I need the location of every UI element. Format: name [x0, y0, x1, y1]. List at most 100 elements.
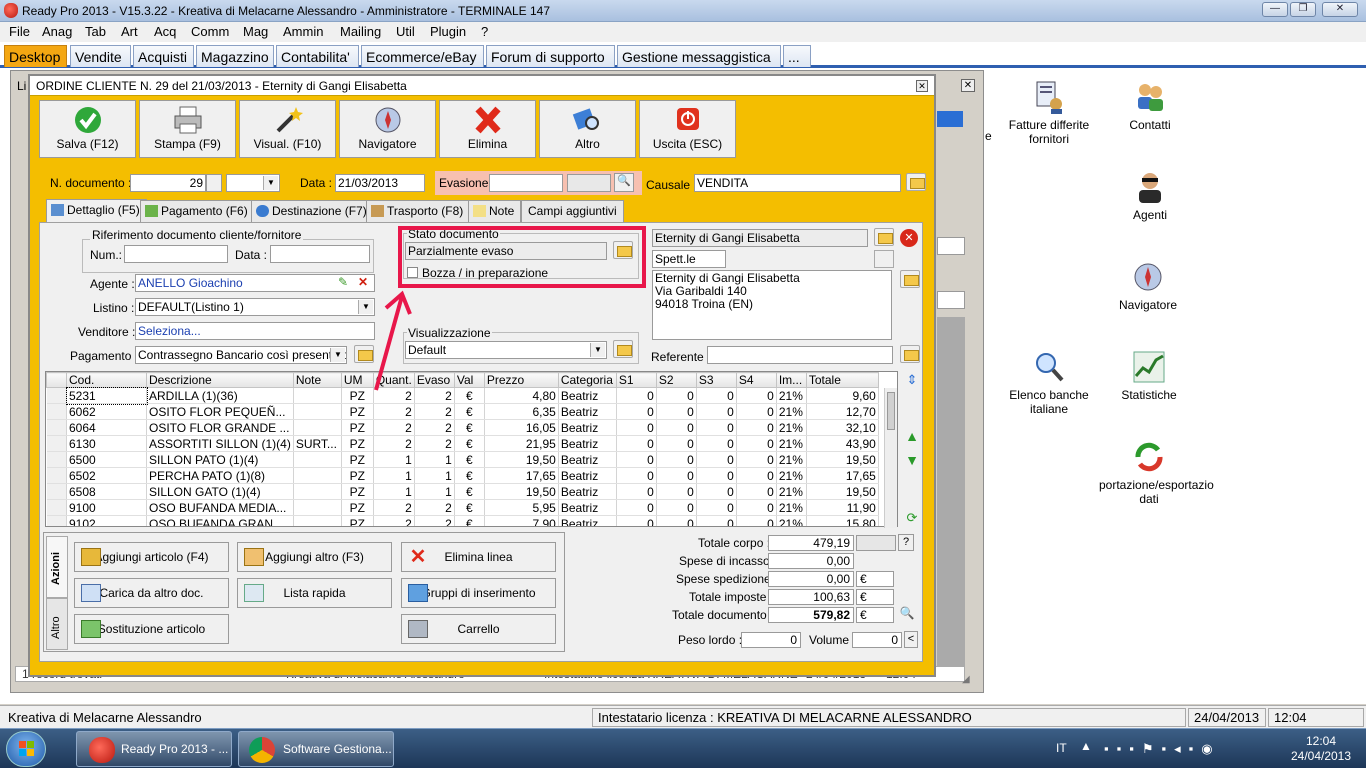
system-tray-icons[interactable]: ▪▪▪⚑▪◂▪◉: [1104, 741, 1264, 757]
table-cell[interactable]: Beatriz: [558, 467, 617, 484]
table-cell[interactable]: 0: [656, 451, 697, 468]
grid-header-cell[interactable]: S2: [655, 372, 697, 388]
table-cell[interactable]: 7,90: [484, 515, 559, 526]
table-cell[interactable]: [293, 483, 342, 500]
tab-campi-aggiuntivi[interactable]: Campi aggiuntivi: [521, 200, 624, 222]
table-cell[interactable]: ARDILLA (1)(36): [146, 387, 294, 404]
table-cell[interactable]: Beatriz: [558, 403, 617, 420]
grid-header-cell[interactable]: Categoria: [557, 372, 617, 388]
table-cell[interactable]: 21%: [776, 515, 807, 526]
tab-desktop[interactable]: Desktop: [4, 45, 67, 67]
close-icon[interactable]: ✕: [1322, 2, 1358, 17]
table-cell[interactable]: PZ: [341, 403, 374, 420]
insert-groups-button[interactable]: Gruppi di inserimento: [401, 578, 556, 608]
save-button[interactable]: Salva (F12): [39, 100, 136, 158]
table-cell[interactable]: 0: [736, 419, 777, 436]
table-cell[interactable]: €: [454, 483, 485, 500]
tab-magazzino[interactable]: Magazzino: [196, 45, 274, 67]
table-cell[interactable]: 2: [373, 499, 415, 516]
tab-ecommerce[interactable]: Ecommerce/eBay: [361, 45, 484, 67]
table-cell[interactable]: 9,60: [806, 387, 879, 404]
row-selector[interactable]: [46, 467, 67, 484]
table-cell[interactable]: 0: [616, 483, 657, 500]
table-cell[interactable]: 19,50: [806, 483, 879, 500]
evasione-input[interactable]: [489, 174, 563, 192]
resize-grip[interactable]: ◢: [962, 674, 974, 686]
table-cell[interactable]: 6,35: [484, 403, 559, 420]
collapse-arrow-icon[interactable]: <: [904, 631, 918, 648]
row-selector[interactable]: [46, 419, 67, 436]
background-combo-1[interactable]: [937, 237, 965, 255]
tab-note[interactable]: Note: [468, 200, 522, 222]
table-cell[interactable]: 9102: [66, 515, 147, 526]
table-cell[interactable]: 0: [616, 451, 657, 468]
table-cell[interactable]: PZ: [341, 499, 374, 516]
grid-header-cell[interactable]: Im...: [775, 372, 807, 388]
table-cell[interactable]: Beatriz: [558, 515, 617, 526]
language-indicator[interactable]: IT: [1056, 741, 1067, 755]
cliente-folder-icon[interactable]: [874, 228, 894, 246]
table-cell[interactable]: 5231: [65, 386, 148, 405]
table-cell[interactable]: OSO BUFANDA MEDIA...: [146, 499, 294, 516]
delete-button[interactable]: Elimina: [439, 100, 536, 158]
table-cell[interactable]: 0: [736, 435, 777, 452]
table-cell[interactable]: Beatriz: [558, 483, 617, 500]
desktop-icon-contatti[interactable]: Contatti: [1100, 80, 1200, 132]
move-up-icon[interactable]: ▲: [904, 428, 920, 444]
table-cell[interactable]: 0: [656, 387, 697, 404]
desktop-icon-navigatore[interactable]: Navigatore: [1098, 260, 1198, 312]
table-cell[interactable]: PZ: [341, 419, 374, 436]
table-cell[interactable]: €: [454, 419, 485, 436]
tab-forum[interactable]: Forum di supporto: [486, 45, 615, 67]
table-cell[interactable]: 0: [656, 483, 697, 500]
edit-pencil-icon[interactable]: ✎: [338, 275, 348, 289]
table-cell[interactable]: 6130: [66, 435, 147, 452]
table-cell[interactable]: 2: [373, 419, 415, 436]
minimize-icon[interactable]: —: [1262, 2, 1288, 17]
tab-trasporto[interactable]: Trasporto (F8): [366, 200, 471, 222]
menu-util[interactable]: Util: [396, 24, 415, 39]
row-selector[interactable]: [46, 451, 67, 468]
table-cell[interactable]: 2: [414, 499, 455, 516]
table-cell[interactable]: 0: [736, 467, 777, 484]
table-cell[interactable]: Beatriz: [558, 419, 617, 436]
grid-header-cell[interactable]: Prezzo: [483, 372, 559, 388]
table-cell[interactable]: 32,10: [806, 419, 879, 436]
taskbar-item-chrome[interactable]: Software Gestiona...: [238, 731, 394, 767]
table-cell[interactable]: 9100: [66, 499, 147, 516]
table-cell[interactable]: 0: [696, 499, 737, 516]
address-folder-icon[interactable]: [900, 270, 920, 288]
visualizzazione-select[interactable]: Default: [405, 341, 607, 359]
table-cell[interactable]: 21,95: [484, 435, 559, 452]
table-row[interactable]: 6064 OSITO FLOR GRANDE ... PZ 2 2 €16,05 Beatr…: [46, 419, 879, 436]
table-row[interactable]: 5231 ARDILLA (1)(36) PZ 2 2 €4,80 Beatriz 0 0 0 0 2…: [46, 386, 879, 405]
view-button[interactable]: Visual. (F10): [239, 100, 336, 158]
referente-input[interactable]: [707, 346, 893, 364]
volume-value[interactable]: 0: [852, 632, 902, 648]
table-cell[interactable]: 21%: [776, 483, 807, 500]
table-cell[interactable]: €: [454, 499, 485, 516]
table-cell[interactable]: Beatriz: [558, 435, 617, 452]
table-cell[interactable]: 1: [373, 467, 415, 484]
grid-header-cell[interactable]: S1: [615, 372, 657, 388]
table-cell[interactable]: 2: [414, 419, 455, 436]
grid-header-cell[interactable]: S3: [695, 372, 737, 388]
restore-icon[interactable]: ❐: [1290, 2, 1316, 17]
delete-line-button[interactable]: ✕ Elimina linea: [401, 542, 556, 572]
table-cell[interactable]: €: [454, 435, 485, 452]
table-cell[interactable]: 19,50: [484, 451, 559, 468]
table-cell[interactable]: 0: [696, 467, 737, 484]
table-cell[interactable]: 0: [696, 435, 737, 452]
table-row[interactable]: 9100 OSO BUFANDA MEDIA... PZ 2 2 €5,95 Beatriz…: [46, 499, 879, 516]
table-cell[interactable]: 0: [696, 387, 737, 404]
table-cell[interactable]: 2: [373, 403, 415, 420]
menu-mailing[interactable]: Mailing: [340, 24, 381, 39]
table-cell[interactable]: OSO BUFANDA GRAN...: [146, 515, 294, 526]
table-cell[interactable]: [293, 451, 342, 468]
table-cell[interactable]: 6500: [66, 451, 147, 468]
referente-folder-icon[interactable]: [900, 345, 920, 363]
table-cell[interactable]: 0: [696, 451, 737, 468]
table-cell[interactable]: 21%: [776, 451, 807, 468]
table-cell[interactable]: PZ: [341, 451, 374, 468]
cliente-remove-icon[interactable]: ✕: [900, 229, 918, 247]
